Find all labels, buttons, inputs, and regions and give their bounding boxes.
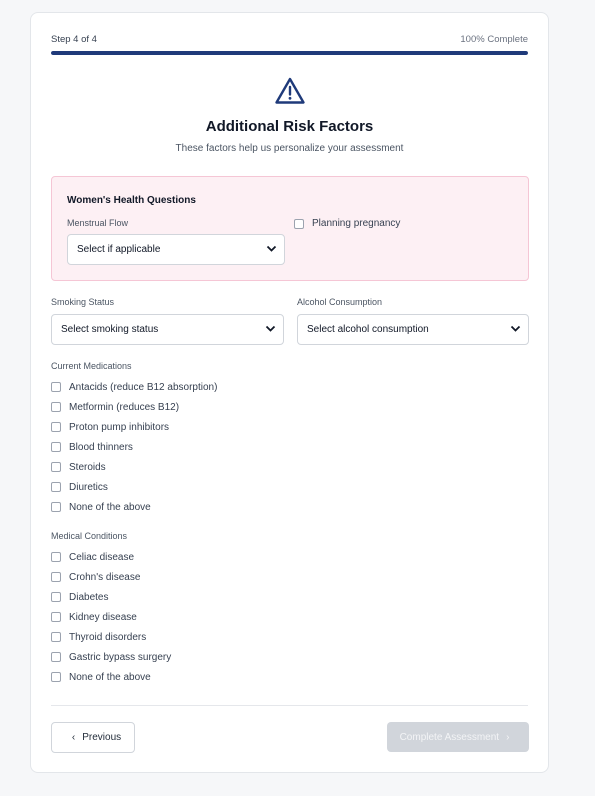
progress-header: Step 4 of 4 100% Complete xyxy=(51,34,528,45)
medication-option-label: Proton pump inhibitors xyxy=(69,421,170,433)
checkbox-box[interactable] xyxy=(51,382,61,392)
condition-option-label: None of the above xyxy=(69,671,151,683)
chevron-down-icon xyxy=(266,245,277,252)
checkbox-box[interactable] xyxy=(51,462,61,472)
menstrual-flow-value: Select if applicable xyxy=(77,244,161,255)
medication-option[interactable]: Steroids xyxy=(51,457,217,477)
checkbox-box[interactable] xyxy=(51,402,61,412)
planning-pregnancy-checkbox[interactable]: Planning pregnancy xyxy=(294,218,400,229)
alcohol-consumption-select[interactable]: Select alcohol consumption xyxy=(297,314,529,345)
checkbox-box[interactable] xyxy=(51,502,61,512)
percent-complete-label: 100% Complete xyxy=(460,34,528,45)
condition-option[interactable]: None of the above xyxy=(51,667,171,687)
medical-conditions-label: Medical Conditions xyxy=(51,531,128,541)
medication-option[interactable]: Proton pump inhibitors xyxy=(51,417,217,437)
complete-assessment-label: Complete Assessment xyxy=(399,731,500,743)
smoking-status-select[interactable]: Select smoking status xyxy=(51,314,284,345)
checkbox-box[interactable] xyxy=(294,218,304,229)
chevron-left-icon: ‹ xyxy=(71,732,76,743)
conditions-list: Celiac disease Crohn's disease Diabetes … xyxy=(51,547,171,687)
page-title: Additional Risk Factors xyxy=(205,118,374,135)
condition-option-label: Celiac disease xyxy=(69,551,135,563)
previous-button-label: Previous xyxy=(82,732,122,743)
checkbox-box[interactable] xyxy=(51,572,61,582)
step-label: Step 4 of 4 xyxy=(51,34,97,45)
condition-option[interactable]: Crohn's disease xyxy=(51,567,171,587)
checkbox-box[interactable] xyxy=(51,592,61,602)
alcohol-consumption-label: Alcohol Consumption xyxy=(297,297,383,307)
chevron-down-icon xyxy=(510,325,521,332)
chevron-down-icon xyxy=(265,325,276,332)
medications-list: Antacids (reduce B12 absorption) Metform… xyxy=(51,377,217,517)
womens-health-title: Women's Health Questions xyxy=(67,195,196,206)
condition-option[interactable]: Kidney disease xyxy=(51,607,171,627)
previous-button[interactable]: ‹ Previous xyxy=(51,722,135,753)
checkbox-box[interactable] xyxy=(51,672,61,682)
assessment-card: Step 4 of 4 100% Complete Additional Ris… xyxy=(30,12,549,773)
medication-option-label: Steroids xyxy=(69,461,106,473)
medication-option[interactable]: Blood thinners xyxy=(51,437,217,457)
medication-option-label: Antacids (reduce B12 absorption) xyxy=(69,381,218,393)
medication-option[interactable]: Antacids (reduce B12 absorption) xyxy=(51,377,217,397)
medication-option-label: None of the above xyxy=(69,501,151,513)
medication-option-label: Metformin (reduces B12) xyxy=(69,401,180,413)
condition-option[interactable]: Celiac disease xyxy=(51,547,171,567)
checkbox-box[interactable] xyxy=(51,422,61,432)
medication-option[interactable]: Metformin (reduces B12) xyxy=(51,397,217,417)
condition-option[interactable]: Gastric bypass surgery xyxy=(51,647,171,667)
checkbox-box[interactable] xyxy=(51,552,61,562)
alcohol-consumption-value: Select alcohol consumption xyxy=(307,324,429,335)
complete-assessment-button[interactable]: Complete Assessment › xyxy=(387,722,529,752)
page-subtitle: These factors help us personalize your a… xyxy=(175,143,404,154)
checkbox-box[interactable] xyxy=(51,442,61,452)
condition-option-label: Diabetes xyxy=(69,591,109,603)
medication-option-label: Diuretics xyxy=(69,481,108,493)
checkbox-box[interactable] xyxy=(51,632,61,642)
warning-triangle-icon xyxy=(275,77,305,104)
footer-divider xyxy=(51,705,528,706)
womens-health-section: Women's Health Questions Menstrual Flow … xyxy=(51,176,529,281)
medication-option[interactable]: Diuretics xyxy=(51,477,217,497)
menstrual-flow-label: Menstrual Flow xyxy=(67,218,129,228)
progress-bar-fill xyxy=(51,51,528,55)
condition-option-label: Kidney disease xyxy=(69,611,137,623)
checkbox-box[interactable] xyxy=(51,482,61,492)
medication-option[interactable]: None of the above xyxy=(51,497,217,517)
checkbox-box[interactable] xyxy=(51,652,61,662)
chevron-right-icon: › xyxy=(506,731,510,743)
progress-bar xyxy=(51,51,528,55)
condition-option-label: Gastric bypass surgery xyxy=(69,651,172,663)
condition-option[interactable]: Diabetes xyxy=(51,587,171,607)
smoking-status-value: Select smoking status xyxy=(61,324,159,335)
condition-option-label: Crohn's disease xyxy=(69,571,141,583)
current-medications-label: Current Medications xyxy=(51,361,132,371)
planning-pregnancy-label: Planning pregnancy xyxy=(312,218,401,229)
condition-option-label: Thyroid disorders xyxy=(69,631,147,643)
medication-option-label: Blood thinners xyxy=(69,441,133,453)
smoking-status-label: Smoking Status xyxy=(51,297,115,307)
condition-option[interactable]: Thyroid disorders xyxy=(51,627,171,647)
menstrual-flow-select[interactable]: Select if applicable xyxy=(67,234,285,265)
checkbox-box[interactable] xyxy=(51,612,61,622)
